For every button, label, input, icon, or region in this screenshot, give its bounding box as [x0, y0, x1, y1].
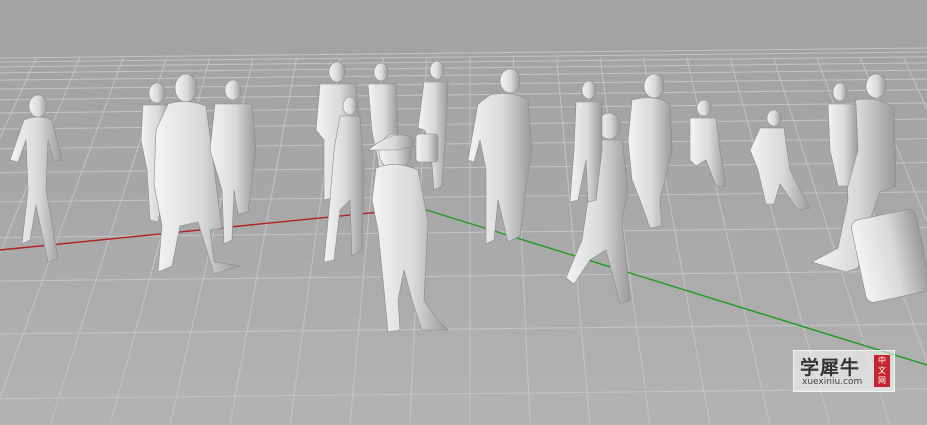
watermark-url: xuexiniu.com	[802, 377, 863, 387]
human-figure-bag-carrier	[415, 60, 449, 191]
site-watermark: 学犀牛 xuexiniu.com 中 文 网	[793, 350, 895, 392]
watermark-badge-char-1: 中	[878, 356, 886, 365]
human-figure-sitting-2	[749, 109, 811, 211]
human-figure-sitting-1	[689, 99, 727, 187]
watermark-badge-char-2: 文	[878, 366, 886, 375]
rhino-viewport[interactable]: 学犀牛 xuexiniu.com 中 文 网	[0, 0, 927, 425]
watermark-badge: 中 文 网	[874, 355, 890, 387]
human-figure-walker-right	[627, 73, 673, 229]
human-figure-center-walker	[467, 68, 533, 245]
watermark-badge-char-3: 网	[878, 376, 886, 385]
suitcase-shape	[851, 209, 927, 303]
perspective-scene	[0, 0, 927, 425]
human-figure-back-4	[569, 80, 603, 203]
watermark-title: 学犀牛	[800, 357, 861, 379]
